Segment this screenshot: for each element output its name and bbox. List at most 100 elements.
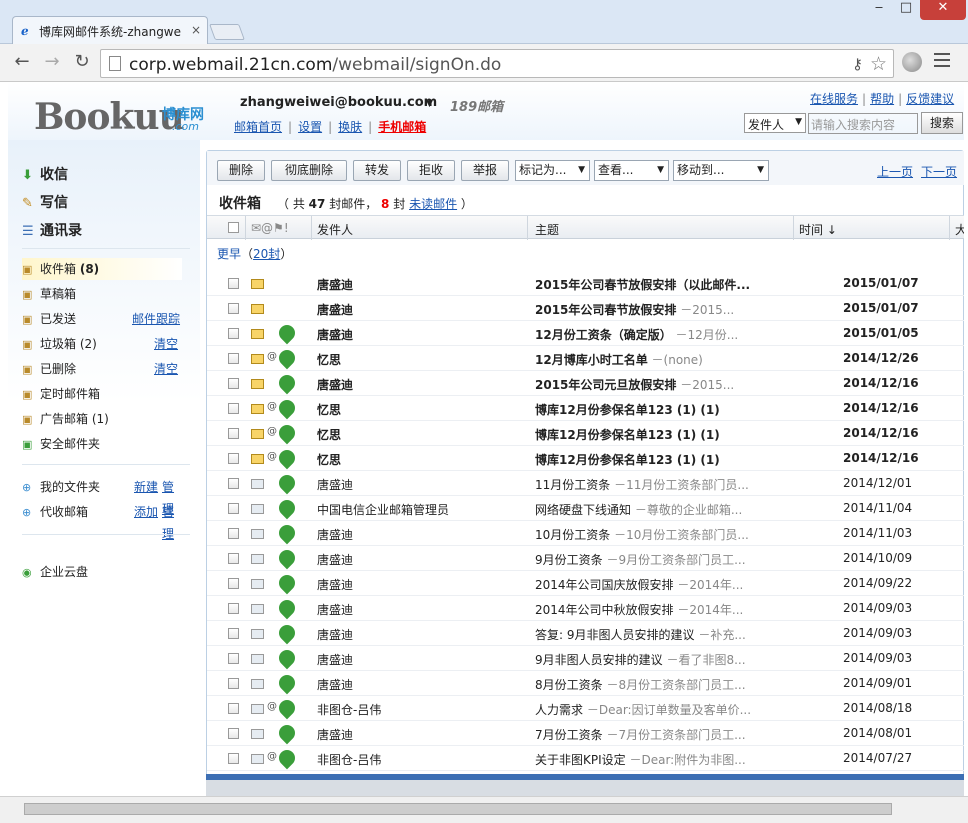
row-checkbox[interactable] [228, 428, 239, 439]
email-row[interactable]: @ 忆思 博库12月份参保名单123 (1) (1) 2014/12/16 [207, 396, 964, 421]
email-subject-cell[interactable]: 2015年公司春节放假安排（以此邮件... [535, 276, 771, 293]
row-checkbox[interactable] [228, 353, 239, 364]
email-sender[interactable]: 忆思 [317, 426, 341, 443]
folder-sent[interactable]: ▣ 已发送 邮件跟踪 [22, 308, 182, 330]
empty-deleted-link[interactable]: 清空 [154, 358, 178, 380]
reload-icon[interactable]: ↻ [70, 52, 94, 74]
email-sender[interactable]: 唐盛迪 [317, 551, 353, 568]
row-checkbox[interactable] [228, 753, 239, 764]
email-row[interactable]: 中国电信企业邮箱管理员 网络硬盘下线通知 －尊敬的企业邮箱... 2014/11/0… [207, 496, 964, 521]
email-row[interactable]: @ 忆思 博库12月份参保名单123 (1) (1) 2014/12/16 [207, 446, 964, 471]
email-sender[interactable]: 忆思 [317, 401, 341, 418]
email-subject-cell[interactable]: 博库12月份参保名单123 (1) (1) [535, 451, 771, 468]
group-earlier-count[interactable]: 20封 [253, 247, 280, 261]
row-checkbox[interactable] [228, 378, 239, 389]
nav-compose[interactable]: ✎ 写信 [22, 192, 68, 212]
mark-as-dropdown[interactable]: 标记为... ▼ [515, 160, 590, 181]
row-checkbox[interactable] [228, 528, 239, 539]
row-checkbox[interactable] [228, 503, 239, 514]
email-sender[interactable]: 忆思 [317, 351, 341, 368]
horizontal-scrollbar[interactable] [0, 796, 968, 823]
email-subject-cell[interactable]: 7月份工资条 －7月份工资条部门员工... [535, 726, 771, 743]
search-input[interactable]: 请输入搜索内容 [808, 113, 918, 134]
minimize-button[interactable]: ‒ [866, 0, 892, 20]
email-row[interactable]: 唐盛迪 答复: 9月非图人员安排的建议 －补充... 2014/09/03 [207, 621, 964, 646]
search-type-select[interactable]: 发件人 ▼ [744, 113, 806, 133]
row-checkbox[interactable] [228, 628, 239, 639]
row-checkbox[interactable] [228, 653, 239, 664]
row-checkbox[interactable] [228, 728, 239, 739]
email-row[interactable]: 唐盛迪 2015年公司春节放假安排（以此邮件... 2015/01/07 [207, 271, 964, 296]
chevron-down-icon[interactable]: ▼ [426, 99, 433, 109]
email-subject-cell[interactable]: 博库12月份参保名单123 (1) (1) [535, 426, 771, 443]
manage-proxy-link[interactable]: 管理 [162, 501, 182, 545]
forward-arrow-icon[interactable]: → [40, 52, 64, 74]
row-checkbox[interactable] [228, 603, 239, 614]
email-sender[interactable]: 唐盛迪 [317, 601, 353, 618]
next-page-link[interactable]: 下一页 [921, 165, 957, 179]
col-sender[interactable]: 发件人 [317, 221, 353, 238]
view-dropdown[interactable]: 查看... ▼ [594, 160, 669, 181]
row-checkbox[interactable] [228, 453, 239, 464]
row-checkbox[interactable] [228, 578, 239, 589]
email-subject-cell[interactable]: 2015年公司春节放假安排 －2015... [535, 301, 771, 318]
folder-deleted[interactable]: ▣ 已删除 清空 [22, 358, 182, 380]
email-subject-cell[interactable]: 关于非图KPI设定 －Dear:附件为非图... [535, 751, 771, 768]
email-sender[interactable]: 唐盛迪 [317, 651, 353, 668]
email-subject-cell[interactable]: 2014年公司国庆放假安排 －2014年... [535, 576, 771, 593]
row-checkbox[interactable] [228, 403, 239, 414]
email-row[interactable]: 唐盛迪 8月份工资条 －8月份工资条部门员工... 2014/09/01 [207, 671, 964, 696]
delete-button[interactable]: 删除 [217, 160, 265, 181]
email-row[interactable]: @ 非图仓-吕伟 关于非图KPI设定 －Dear:附件为非图... 2014/07/2… [207, 746, 964, 771]
maximize-button[interactable]: □ [893, 0, 919, 20]
email-sender[interactable]: 唐盛迪 [317, 476, 353, 493]
email-sender[interactable]: 唐盛迪 [317, 526, 353, 543]
link-mobile-mail[interactable]: 手机邮箱 [378, 120, 426, 134]
email-row[interactable]: @ 忆思 12月博库小时工名单 －(none) 2014/12/26 [207, 346, 964, 371]
folder-scheduled[interactable]: ▣ 定时邮件箱 [22, 383, 182, 405]
bookmark-star-icon[interactable]: ☆ [870, 53, 887, 75]
key-icon[interactable]: ⚷ [852, 55, 863, 73]
email-sender[interactable]: 唐盛迪 [317, 576, 353, 593]
link-mail-home[interactable]: 邮箱首页 [234, 120, 282, 134]
folder-spam[interactable]: ▣ 垃圾箱 (2) 清空 [22, 333, 182, 355]
mail189-logo[interactable]: 189邮箱 [450, 96, 503, 115]
prev-page-link[interactable]: 上一页 [877, 165, 913, 179]
email-subject-cell[interactable]: 12月份工资条（确定版） －12月份... [535, 326, 771, 343]
move-to-dropdown[interactable]: 移动到... ▼ [673, 160, 769, 181]
email-sender[interactable]: 唐盛迪 [317, 301, 353, 318]
link-feedback[interactable]: 反馈建议 [906, 92, 954, 106]
email-subject-cell[interactable]: 12月博库小时工名单 －(none) [535, 351, 771, 368]
email-row[interactable]: @ 忆思 博库12月份参保名单123 (1) (1) 2014/12/16 [207, 421, 964, 446]
email-sender[interactable]: 唐盛迪 [317, 726, 353, 743]
email-subject-cell[interactable]: 博库12月份参保名单123 (1) (1) [535, 401, 771, 418]
row-checkbox[interactable] [228, 303, 239, 314]
back-arrow-icon[interactable]: ← [10, 52, 34, 74]
enterprise-cloud[interactable]: ◉ 企业云盘 [22, 561, 182, 583]
email-sender[interactable]: 非图仓-吕伟 [317, 751, 381, 768]
mail-tracking-link[interactable]: 邮件跟踪 [132, 308, 180, 330]
link-skin[interactable]: 换肤 [338, 120, 362, 134]
email-sender[interactable]: 唐盛迪 [317, 276, 353, 293]
email-sender[interactable]: 中国电信企业邮箱管理员 [317, 501, 449, 518]
email-row[interactable]: 唐盛迪 9月份工资条 －9月份工资条部门员工... 2014/10/09 [207, 546, 964, 571]
email-subject-cell[interactable]: 11月份工资条 －11月份工资条部门员... [535, 476, 771, 493]
select-all-checkbox[interactable] [228, 222, 239, 233]
email-row[interactable]: 唐盛迪 2014年公司国庆放假安排 －2014年... 2014/09/22 [207, 571, 964, 596]
email-row[interactable]: 唐盛迪 2015年公司元旦放假安排 －2015... 2014/12/16 [207, 371, 964, 396]
email-subject-cell[interactable]: 10月份工资条 －10月份工资条部门员... [535, 526, 771, 543]
col-size[interactable]: 大 [955, 221, 964, 238]
email-row[interactable]: 唐盛迪 11月份工资条 －11月份工资条部门员... 2014/12/01 [207, 471, 964, 496]
new-folder-link[interactable]: 新建 [134, 476, 158, 498]
folder-inbox[interactable]: ▣ 收件箱 (8) [22, 258, 182, 280]
permanent-delete-button[interactable]: 彻底删除 [271, 160, 347, 181]
row-checkbox[interactable] [228, 678, 239, 689]
email-row[interactable]: 唐盛迪 10月份工资条 －10月份工资条部门员... 2014/11/03 [207, 521, 964, 546]
email-subject-cell[interactable]: 2015年公司元旦放假安排 －2015... [535, 376, 771, 393]
report-button[interactable]: 举报 [461, 160, 509, 181]
email-sender[interactable]: 非图仓-吕伟 [317, 701, 381, 718]
nav-receive[interactable]: ⬇ 收信 [22, 164, 68, 184]
link-settings[interactable]: 设置 [298, 120, 322, 134]
proxy-mailbox[interactable]: ⊕ 代收邮箱 添加 管理 [22, 501, 182, 541]
email-subject-cell[interactable]: 2014年公司中秋放假安排 －2014年... [535, 601, 771, 618]
